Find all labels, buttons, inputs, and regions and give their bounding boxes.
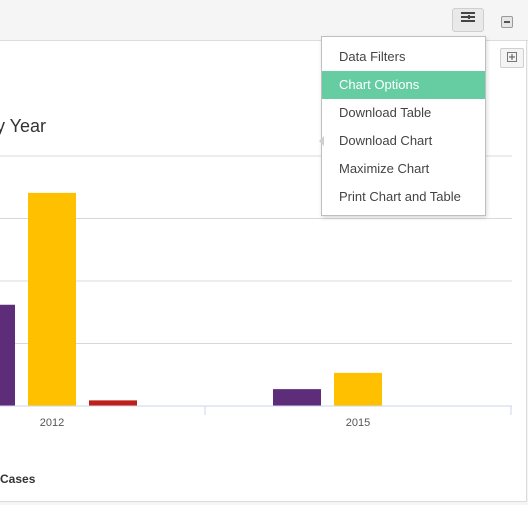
menu-item-download-table[interactable]: Download Table: [322, 99, 485, 127]
menu-item-print-chart-and-table[interactable]: Print Chart and Table: [322, 183, 485, 211]
menu-item-data-filters[interactable]: Data Filters: [322, 43, 485, 71]
bar: [89, 400, 137, 406]
bar: [28, 192, 76, 406]
chart-options-menu: Data Filters Chart Options Download Tabl…: [319, 36, 486, 216]
x-tick-label: 2015: [346, 417, 370, 429]
bar: [0, 304, 15, 406]
bar: [273, 389, 321, 406]
menu-item-chart-options[interactable]: Chart Options: [322, 71, 485, 99]
caret-left-icon: [319, 136, 324, 146]
legend-label: Cases: [0, 472, 36, 486]
menu-item-maximize-chart[interactable]: Maximize Chart: [322, 155, 485, 183]
menu-item-label: Download Chart: [339, 133, 433, 148]
bar: [334, 372, 382, 406]
menu-item-download-chart[interactable]: Download Chart: [319, 127, 485, 155]
x-tick-label: 2012: [40, 417, 64, 429]
